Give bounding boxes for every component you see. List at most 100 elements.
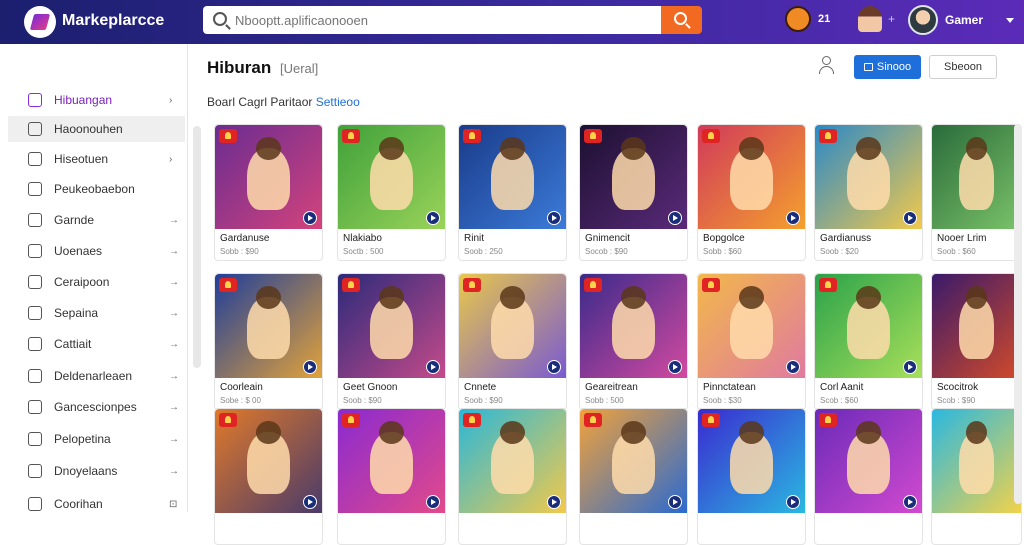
product-name[interactable]: Cnnete [464, 382, 496, 393]
product-name[interactable]: Geet Gnoon [343, 382, 397, 393]
product-thumbnail[interactable] [932, 409, 1021, 513]
page-scrollbar[interactable] [1014, 124, 1022, 504]
sidebar-item[interactable]: Sepaina → [8, 300, 185, 326]
product-name[interactable]: Gardianuss [820, 233, 871, 244]
product-thumbnail[interactable] [932, 125, 1021, 229]
product-name[interactable]: Bopgolce [703, 233, 745, 244]
product-name[interactable]: Coorleain [220, 382, 263, 393]
product-thumbnail[interactable] [815, 274, 922, 378]
product-card[interactable]: Nooer Lrim Soob : $60 [931, 124, 1022, 261]
play-icon[interactable] [668, 360, 682, 374]
play-icon[interactable] [547, 211, 561, 225]
search-box[interactable] [203, 6, 663, 34]
sidebar-scrollbar[interactable] [193, 126, 201, 368]
product-thumbnail[interactable] [338, 274, 445, 378]
product-card[interactable]: Nlakiabo Soctb : 500 [337, 124, 446, 261]
product-card[interactable] [337, 408, 446, 545]
product-thumbnail[interactable] [698, 409, 805, 513]
product-thumbnail[interactable] [459, 274, 566, 378]
product-thumbnail[interactable] [580, 274, 687, 378]
product-card[interactable]: Bopgolce Sobb : $60 [697, 124, 806, 261]
sidebar-item[interactable]: Ceraipoon → [8, 269, 185, 295]
sidebar-item[interactable]: Cattiait → [8, 331, 185, 357]
secondary-button[interactable]: Sbeoon [929, 55, 997, 79]
product-thumbnail[interactable] [580, 125, 687, 229]
product-name[interactable]: Scocitrok [937, 382, 978, 393]
product-card[interactable]: Geareitrean Sobb : 500 [579, 273, 688, 410]
product-thumbnail[interactable] [580, 409, 687, 513]
product-name[interactable]: Corl Aanit [820, 382, 863, 393]
play-icon[interactable] [426, 211, 440, 225]
product-thumbnail[interactable] [932, 274, 1021, 378]
product-thumbnail[interactable] [698, 125, 805, 229]
sidebar-item[interactable]: Hiseotuen › [8, 146, 185, 172]
product-thumbnail[interactable] [215, 274, 322, 378]
product-name[interactable]: Rinit [464, 233, 484, 244]
sidebar-item[interactable]: Garnde → [8, 207, 185, 233]
primary-button[interactable]: Sinooo [854, 55, 921, 79]
product-thumbnail[interactable] [459, 409, 566, 513]
sidebar-item[interactable]: Uoenaes → [8, 238, 185, 264]
sidebar-item[interactable]: Deldenarleaen → [8, 363, 185, 389]
product-card[interactable]: Cnnete Soob : $90 [458, 273, 567, 410]
product-thumbnail[interactable] [459, 125, 566, 229]
product-card[interactable] [214, 408, 323, 545]
play-icon[interactable] [903, 360, 917, 374]
sort-link[interactable]: Settieoo [316, 95, 360, 109]
product-name[interactable]: Nlakiabo [343, 233, 382, 244]
product-card[interactable]: Scocitrok Scob : $90 [931, 273, 1022, 410]
chevron-down-icon[interactable] [1006, 18, 1014, 23]
play-icon[interactable] [303, 495, 317, 509]
play-icon[interactable] [426, 360, 440, 374]
product-name[interactable]: Gardanuse [220, 233, 269, 244]
plus-icon[interactable]: + [888, 12, 895, 26]
play-icon[interactable] [903, 495, 917, 509]
play-icon[interactable] [426, 495, 440, 509]
product-name[interactable]: Nooer Lrim [937, 233, 986, 244]
friend-avatar-icon[interactable] [858, 6, 882, 32]
product-thumbnail[interactable] [215, 125, 322, 229]
product-thumbnail[interactable] [338, 125, 445, 229]
play-icon[interactable] [547, 495, 561, 509]
play-icon[interactable] [668, 211, 682, 225]
sidebar-item[interactable]: Gancescionpes → [8, 394, 185, 420]
product-thumbnail[interactable] [698, 274, 805, 378]
product-card[interactable] [814, 408, 923, 545]
search-button[interactable] [661, 6, 702, 34]
sidebar-item[interactable]: Peukeobaebon [8, 176, 185, 202]
play-icon[interactable] [903, 211, 917, 225]
product-card[interactable]: Gnimencit Socob : $90 [579, 124, 688, 261]
play-icon[interactable] [303, 360, 317, 374]
play-icon[interactable] [786, 495, 800, 509]
user-name[interactable]: Gamer [945, 13, 983, 27]
play-icon[interactable] [786, 211, 800, 225]
play-icon[interactable] [547, 360, 561, 374]
product-name[interactable]: Geareitrean [585, 382, 638, 393]
product-card[interactable]: Gardanuse Sobb : $90 [214, 124, 323, 261]
notification-icon[interactable] [785, 6, 811, 32]
product-card[interactable]: Gardianuss Soob : $20 [814, 124, 923, 261]
product-card[interactable]: Rinit Soob : 250 [458, 124, 567, 261]
play-icon[interactable] [668, 495, 682, 509]
user-icon[interactable] [818, 56, 836, 76]
product-card[interactable] [931, 408, 1022, 545]
sidebar-item[interactable]: Haoonouhen [8, 116, 185, 142]
product-thumbnail[interactable] [215, 409, 322, 513]
product-thumbnail[interactable] [815, 409, 922, 513]
product-card[interactable]: Geet Gnoon Soob : $90 [337, 273, 446, 410]
product-card[interactable] [697, 408, 806, 545]
sidebar-item[interactable]: Hibuangan › [8, 87, 185, 113]
product-name[interactable]: Pinnctatean [703, 382, 756, 393]
product-card[interactable] [579, 408, 688, 545]
avatar[interactable] [908, 5, 938, 35]
search-input[interactable] [235, 6, 655, 34]
product-card[interactable]: Coorleain Sobe : $ 00 [214, 273, 323, 410]
sidebar-item[interactable]: Pelopetina → [8, 426, 185, 452]
logo-icon[interactable] [24, 6, 56, 38]
product-card[interactable]: Pinnctatean Soob : $30 [697, 273, 806, 410]
sidebar-item[interactable]: Dnoyelaans → [8, 458, 185, 484]
product-thumbnail[interactable] [815, 125, 922, 229]
play-icon[interactable] [303, 211, 317, 225]
product-thumbnail[interactable] [338, 409, 445, 513]
product-card[interactable] [458, 408, 567, 545]
